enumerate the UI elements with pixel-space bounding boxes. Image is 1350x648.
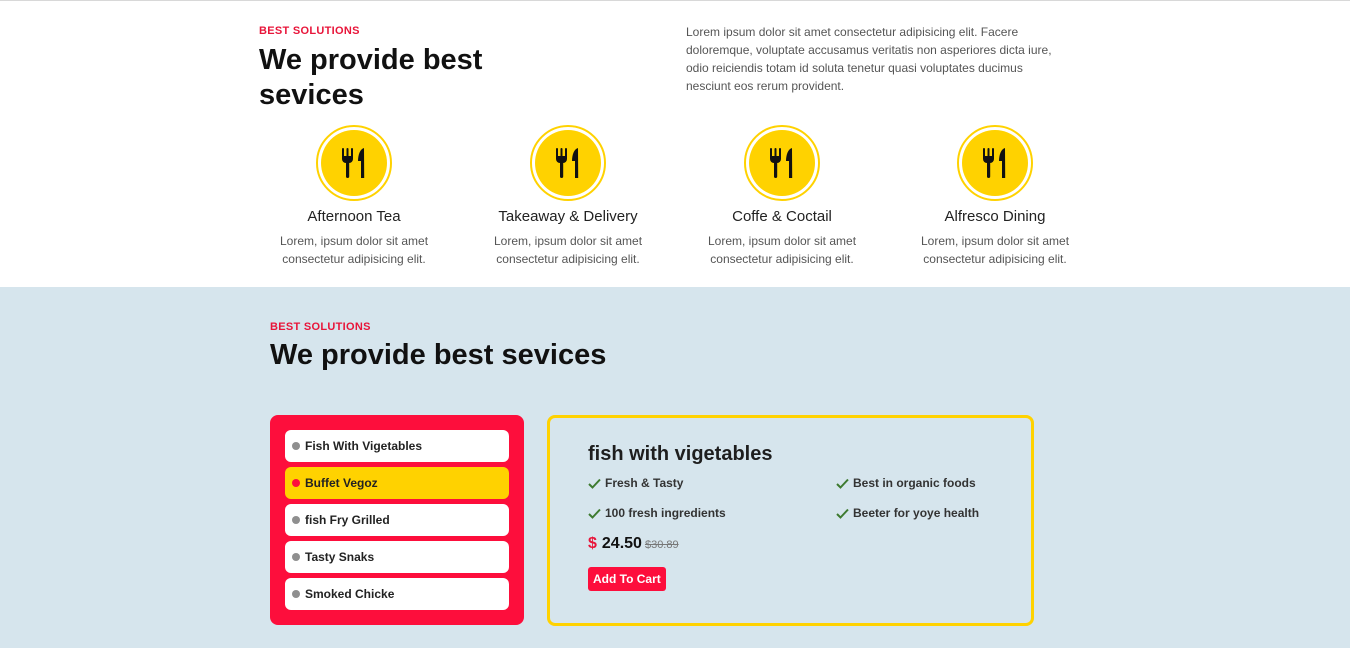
- fork-knife-icon: [957, 125, 1033, 201]
- menu-tab-list: Fish With Vigetables Buffet Vegoz fish F…: [270, 415, 524, 625]
- current-price: 24.50: [601, 535, 642, 552]
- service-card-alfresco-dining: Alfresco Dining Lorem, ipsum dolor sit a…: [900, 125, 1090, 268]
- service-text: Lorem, ipsum dolor sit amet consectetur …: [493, 234, 643, 266]
- menu-tab-label: Tasty Snaks: [305, 550, 375, 564]
- service-title: Alfresco Dining: [944, 208, 1046, 225]
- menu-tab-tasty-snaks[interactable]: Tasty Snaks: [285, 541, 509, 573]
- check-icon: [836, 478, 849, 489]
- service-text: Lorem, ipsum dolor sit amet consectetur …: [279, 234, 429, 266]
- service-card-afternoon-tea: Afternoon Tea Lorem, ipsum dolor sit ame…: [259, 125, 449, 268]
- dish-feature-label: Best in organic foods: [853, 476, 976, 490]
- services-eyebrow: BEST SOLUTIONS: [259, 25, 360, 37]
- check-icon: [588, 478, 601, 489]
- bullet-dot-icon: [292, 516, 300, 524]
- dish-feature: Fresh & Tasty: [588, 476, 683, 490]
- menu-tab-label: Fish With Vigetables: [305, 439, 423, 453]
- services-title: We provide best sevices: [259, 44, 483, 111]
- bullet-dot-icon: [292, 442, 300, 450]
- dish-feature: 100 fresh ingredients: [588, 506, 726, 520]
- menu-tab-smoked-chicke[interactable]: Smoked Chicke: [285, 578, 509, 610]
- menu-tab-label: Buffet Vegoz: [305, 476, 378, 490]
- service-text: Lorem, ipsum dolor sit amet consectetur …: [707, 234, 857, 266]
- fork-knife-icon: [316, 125, 392, 201]
- check-icon: [588, 508, 601, 519]
- service-title: Afternoon Tea: [307, 208, 401, 225]
- bullet-dot-icon: [292, 590, 300, 598]
- dish-feature-label: Fresh & Tasty: [605, 476, 684, 490]
- menu-title: We provide best sevices: [270, 339, 607, 371]
- dish-feature-label: 100 fresh ingredients: [605, 506, 726, 520]
- menu-tab-label: fish Fry Grilled: [305, 513, 390, 527]
- service-title: Coffe & Coctail: [732, 208, 832, 225]
- menu-tab-label: Smoked Chicke: [305, 587, 395, 601]
- menu-detail-card: fish with vigetables Fresh & Tasty Best …: [547, 415, 1034, 626]
- dish-feature-label: Beeter for yoye health: [853, 506, 980, 520]
- add-to-cart-button[interactable]: Add To Cart: [588, 567, 666, 591]
- check-icon: [836, 508, 849, 519]
- menu-section: BEST SOLUTIONS We provide best sevices F…: [0, 287, 1350, 648]
- service-text: Lorem, ipsum dolor sit amet consectetur …: [920, 234, 1070, 266]
- menu-tab-buffet-vegoz[interactable]: Buffet Vegoz: [285, 467, 509, 499]
- menu-eyebrow: BEST SOLUTIONS: [270, 321, 371, 333]
- services-section: BEST SOLUTIONS We provide best sevices L…: [0, 1, 1350, 287]
- service-card-coffee-cocktail: Coffe & Coctail Lorem, ipsum dolor sit a…: [687, 125, 877, 268]
- menu-tab-fish-fry-grilled[interactable]: fish Fry Grilled: [285, 504, 509, 536]
- old-price: $30.89: [644, 539, 679, 551]
- currency-symbol: $: [588, 535, 597, 552]
- dish-feature: Beeter for yoye health: [836, 506, 979, 520]
- price-row: $ 24.50 $30.89: [588, 535, 679, 553]
- service-card-takeaway-delivery: Takeaway & Delivery Lorem, ipsum dolor s…: [473, 125, 663, 268]
- dish-title: fish with vigetables: [588, 443, 773, 465]
- service-title: Takeaway & Delivery: [498, 208, 638, 225]
- fork-knife-icon: [530, 125, 606, 201]
- dish-feature: Best in organic foods: [836, 476, 976, 490]
- bullet-dot-icon: [292, 479, 300, 487]
- fork-knife-icon: [744, 125, 820, 201]
- menu-tab-fish-with-vigetables[interactable]: Fish With Vigetables: [285, 430, 509, 462]
- services-description: Lorem ipsum dolor sit amet consectetur a…: [686, 25, 1052, 93]
- bullet-dot-icon: [292, 553, 300, 561]
